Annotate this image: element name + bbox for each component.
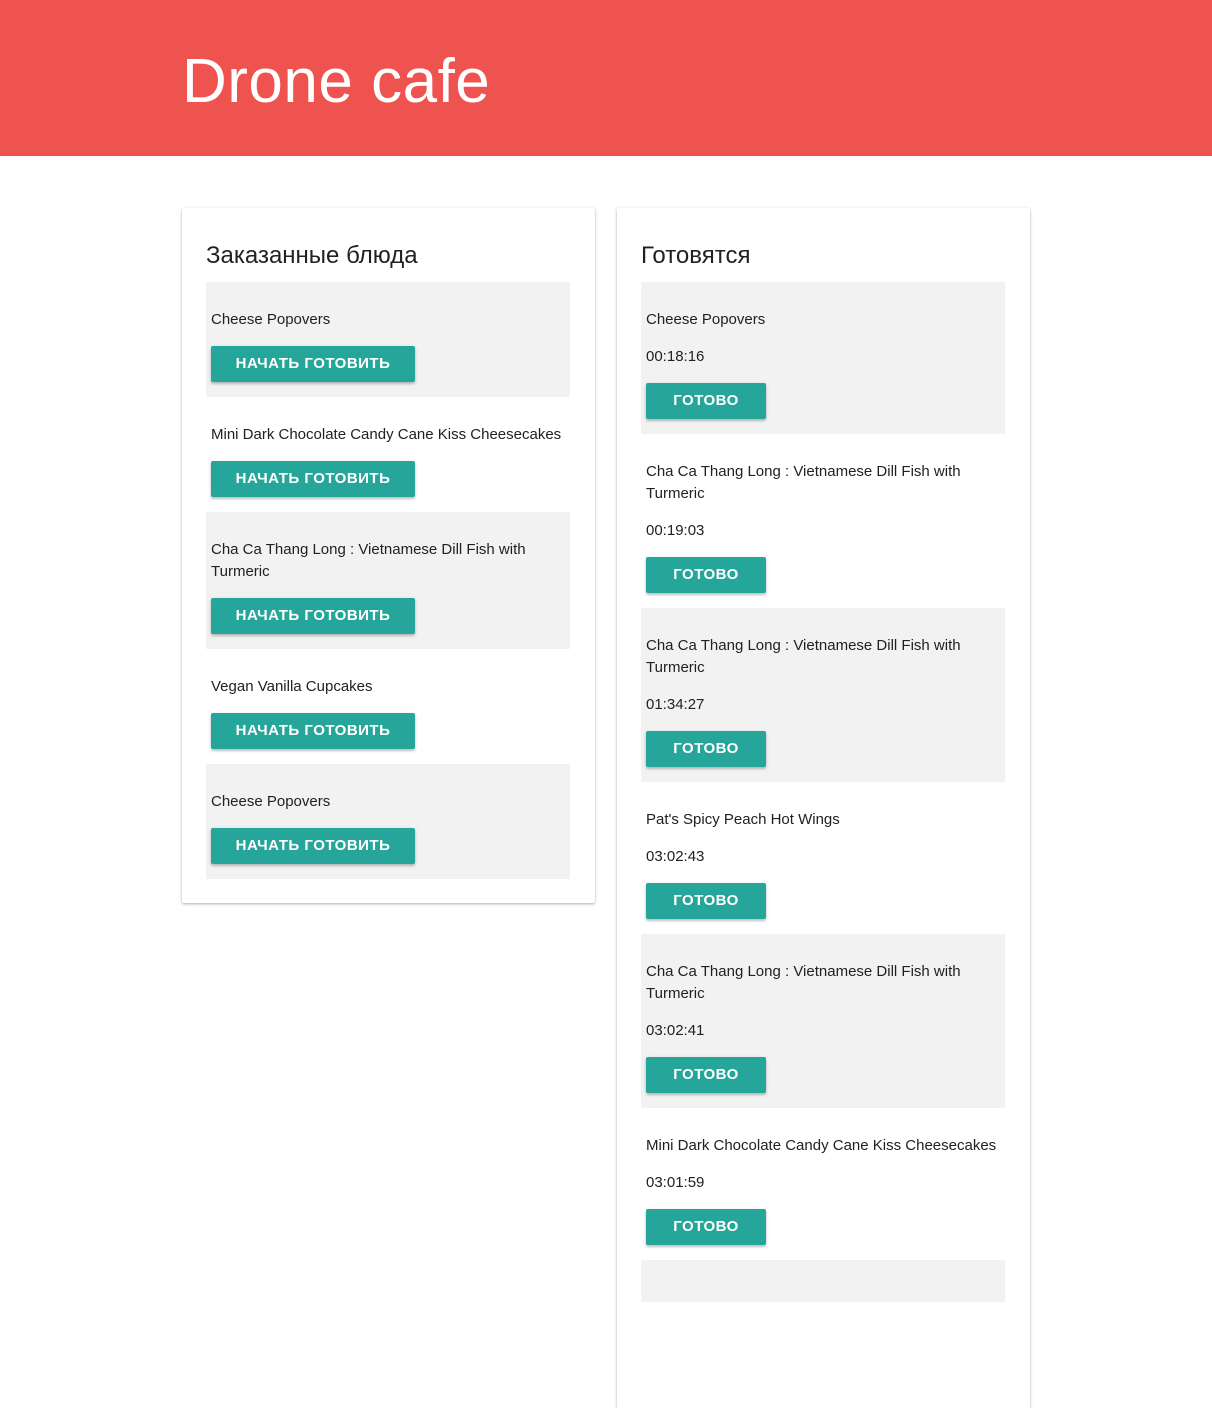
cooking-item: Cha Ca Thang Long : Vietnamese Dill Fish… [641, 934, 1005, 1108]
dish-name: Cheese Popovers [646, 311, 766, 328]
start-cooking-button[interactable]: НАЧАТЬ ГОТОВИТЬ [211, 713, 415, 749]
cooking-item: Pat's Spicy Peach Hot Wings 03:02:43 ГОТ… [641, 782, 1005, 934]
start-cooking-button[interactable]: НАЧАТЬ ГОТОВИТЬ [211, 598, 415, 634]
dish-name: Cha Ca Thang Long : Vietnamese Dill Fish… [646, 463, 961, 502]
ordered-item: Cheese Popovers НАЧАТЬ ГОТОВИТЬ [206, 282, 570, 397]
cooking-item: Cheese Popovers 00:18:16 ГОТОВО [641, 282, 1005, 434]
ordered-dishes-heading: Заказанные блюда [206, 242, 418, 269]
cooking-timer: 00:18:16 [646, 348, 705, 365]
dish-name: Cha Ca Thang Long : Vietnamese Dill Fish… [211, 541, 526, 580]
dish-name: Pat's Spicy Peach Hot Wings [646, 811, 840, 828]
done-button[interactable]: ГОТОВО [646, 383, 766, 419]
done-button[interactable]: ГОТОВО [646, 557, 766, 593]
done-button[interactable]: ГОТОВО [646, 883, 766, 919]
done-button[interactable]: ГОТОВО [646, 1209, 766, 1245]
cooking-item [641, 1260, 1005, 1302]
dish-name: Vegan Vanilla Cupcakes [211, 678, 373, 695]
cooking-timer: 03:02:43 [646, 848, 705, 865]
ordered-dishes-card: Заказанные блюда Cheese Popovers НАЧАТЬ … [182, 208, 595, 903]
ordered-item: Cha Ca Thang Long : Vietnamese Dill Fish… [206, 512, 570, 649]
done-button[interactable]: ГОТОВО [646, 731, 766, 767]
cooking-card: Готовятся Cheese Popovers 00:18:16 ГОТОВ… [617, 208, 1030, 1408]
cooking-item: Cha Ca Thang Long : Vietnamese Dill Fish… [641, 608, 1005, 782]
dish-name: Cheese Popovers [211, 311, 331, 328]
dish-name: Mini Dark Chocolate Candy Cane Kiss Chee… [211, 426, 562, 443]
start-cooking-button[interactable]: НАЧАТЬ ГОТОВИТЬ [211, 461, 415, 497]
ordered-item: Mini Dark Chocolate Candy Cane Kiss Chee… [206, 397, 570, 512]
cooking-timer: 00:19:03 [646, 522, 705, 539]
cooking-item: Mini Dark Chocolate Candy Cane Kiss Chee… [641, 1108, 1005, 1260]
dish-name: Cha Ca Thang Long : Vietnamese Dill Fish… [646, 963, 961, 1002]
start-cooking-button[interactable]: НАЧАТЬ ГОТОВИТЬ [211, 346, 415, 382]
app-title: Drone cafe [182, 47, 491, 116]
cooking-timer: 03:01:59 [646, 1174, 705, 1191]
ordered-item: Cheese Popovers НАЧАТЬ ГОТОВИТЬ [206, 764, 570, 879]
dish-name: Mini Dark Chocolate Candy Cane Kiss Chee… [646, 1137, 997, 1154]
dish-name: Cheese Popovers [211, 793, 331, 810]
app-header: Drone cafe [0, 0, 1212, 156]
start-cooking-button[interactable]: НАЧАТЬ ГОТОВИТЬ [211, 828, 415, 864]
done-button[interactable]: ГОТОВО [646, 1057, 766, 1093]
cooking-timer: 01:34:27 [646, 696, 705, 713]
dish-name: Cha Ca Thang Long : Vietnamese Dill Fish… [646, 637, 961, 676]
ordered-item: Vegan Vanilla Cupcakes НАЧАТЬ ГОТОВИТЬ [206, 649, 570, 764]
cooking-item: Cha Ca Thang Long : Vietnamese Dill Fish… [641, 434, 1005, 608]
cooking-heading: Готовятся [641, 242, 751, 269]
cooking-timer: 03:02:41 [646, 1022, 705, 1039]
